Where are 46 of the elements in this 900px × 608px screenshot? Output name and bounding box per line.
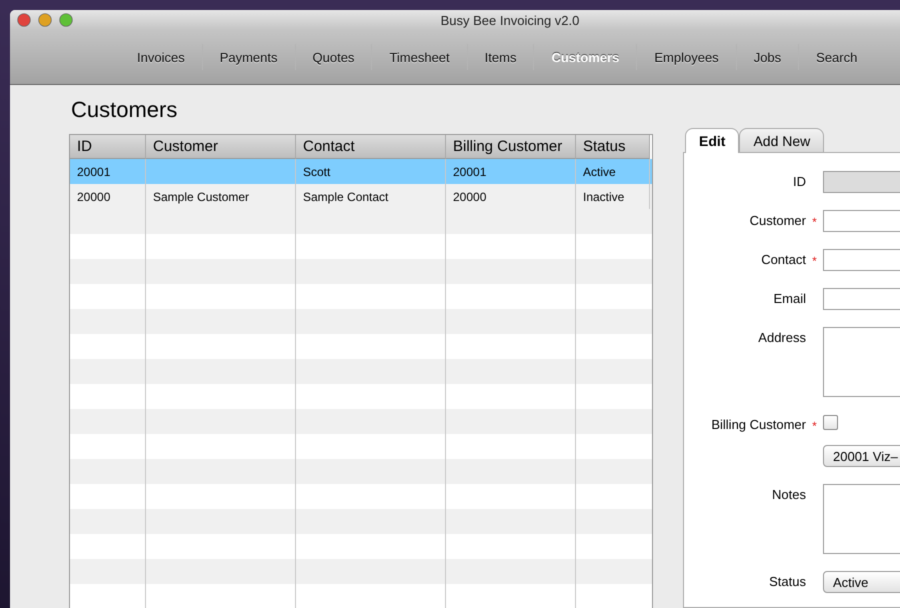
- window-title: Busy Bee Invoicing v2.0: [440, 12, 580, 28]
- status-dropdown[interactable]: Active: [823, 571, 900, 593]
- text-area[interactable]: [823, 327, 900, 397]
- field-label: ID: [792, 173, 806, 189]
- checkbox[interactable]: [823, 415, 838, 430]
- field-label: Contact: [760, 251, 806, 267]
- text-area[interactable]: [823, 484, 900, 554]
- input-field[interactable]: [823, 210, 900, 232]
- toolbar-tab[interactable]: Jobs: [736, 44, 798, 70]
- field-label: Customer: [748, 212, 806, 228]
- tab[interactable]: Edit: [685, 128, 740, 153]
- toolbar-tab[interactable]: Invoices: [120, 44, 202, 70]
- table-row[interactable]: 20001 Scott 20001 Active: [70, 159, 652, 184]
- field-label: Email: [772, 290, 806, 306]
- window-control-icon[interactable]: [59, 13, 73, 27]
- column-header[interactable]: Contact: [296, 135, 446, 159]
- column-header[interactable]: Customer: [146, 135, 296, 159]
- column-header[interactable]: Status: [576, 135, 650, 159]
- toolbar-tab[interactable]: Items: [466, 44, 534, 70]
- table-cell: Sample Customer: [146, 184, 296, 209]
- table-cell: Sample Contact: [296, 184, 446, 209]
- toolbar-tab[interactable]: Timesheet: [371, 44, 467, 70]
- window-control-icon[interactable]: [38, 13, 52, 27]
- window-control-icon[interactable]: [17, 13, 31, 27]
- page-title: Customers: [71, 97, 178, 123]
- toolbar-tab[interactable]: Search: [798, 44, 874, 70]
- table-cell: 20000: [70, 184, 146, 209]
- required-mark: *: [811, 418, 818, 433]
- field-label: Status: [768, 573, 806, 589]
- column-header[interactable]: Billing Customer: [446, 135, 576, 159]
- tab[interactable]: Add New: [739, 128, 824, 153]
- toolbar-tab[interactable]: Quotes: [294, 44, 372, 70]
- table-cell: Inactive: [576, 184, 650, 209]
- field-label: Notes: [771, 486, 806, 502]
- table-row[interactable]: 20000 Sample Customer Sample Contact 20000 Inactive: [70, 184, 652, 209]
- toolbar-tab[interactable]: Employees: [636, 44, 736, 70]
- input-field[interactable]: [823, 249, 900, 271]
- column-header[interactable]: ID: [70, 135, 146, 159]
- toolbar-tab[interactable]: Payments: [202, 44, 295, 70]
- table-cell: 20000: [446, 184, 576, 209]
- input-field[interactable]: [823, 288, 900, 310]
- dropdown[interactable]: 20001 Viz–: [823, 445, 900, 467]
- field-label: Billing Customer: [710, 416, 806, 432]
- required-mark: *: [811, 214, 818, 229]
- required-mark: *: [811, 253, 818, 268]
- field-label: Address: [757, 329, 806, 345]
